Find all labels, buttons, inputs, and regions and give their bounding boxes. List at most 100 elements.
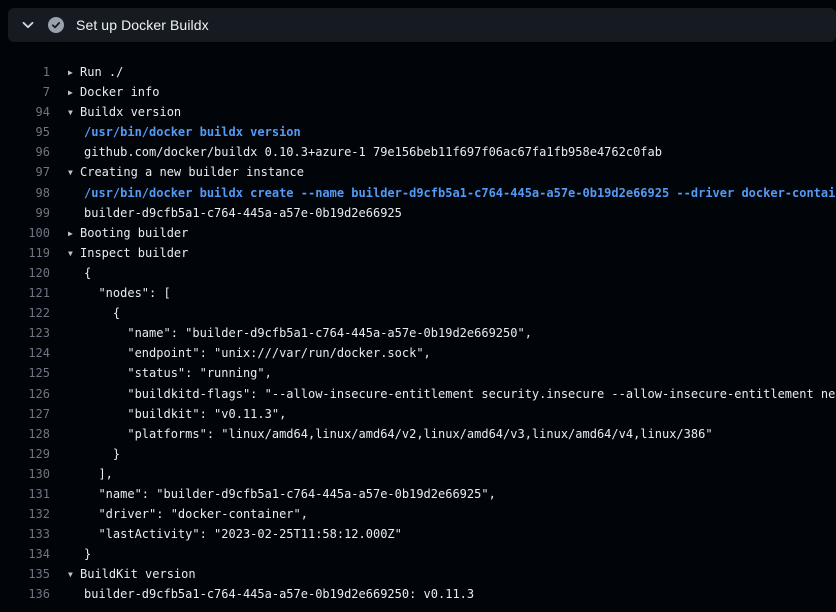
line-number[interactable]: 119 xyxy=(0,243,50,263)
line-content: builder-d9cfb5a1-c764-445a-a57e-0b19d2e6… xyxy=(50,203,402,223)
line-number[interactable]: 1 xyxy=(0,62,50,82)
output-text: "buildkitd-flags": "--allow-insecure-ent… xyxy=(84,387,836,401)
log-line: 121 "nodes": [ xyxy=(0,283,836,303)
line-number[interactable]: 98 xyxy=(0,183,50,203)
group-collapsed-triangle-icon[interactable]: ▶ xyxy=(68,224,80,244)
chevron-down-icon[interactable] xyxy=(20,17,36,33)
line-number[interactable]: 134 xyxy=(0,544,50,564)
line-content: } xyxy=(50,444,120,464)
line-content: ▼Buildx version xyxy=(50,102,181,122)
line-number[interactable]: 99 xyxy=(0,203,50,223)
line-number[interactable]: 126 xyxy=(0,384,50,404)
line-content: "platforms": "linux/amd64,linux/amd64/v2… xyxy=(50,424,713,444)
line-number[interactable]: 120 xyxy=(0,263,50,283)
log-line: 120{ xyxy=(0,263,836,283)
group-expanded-triangle-icon[interactable]: ▼ xyxy=(68,244,80,264)
line-number[interactable]: 124 xyxy=(0,343,50,363)
group-title[interactable]: Creating a new builder instance xyxy=(80,165,304,179)
output-text: "platforms": "linux/amd64,linux/amd64/v2… xyxy=(84,427,713,441)
log-line: 96github.com/docker/buildx 0.10.3+azure-… xyxy=(0,142,836,162)
log-line: 129 } xyxy=(0,444,836,464)
line-content: "buildkitd-flags": "--allow-insecure-ent… xyxy=(50,384,836,404)
group-expanded-triangle-icon[interactable]: ▼ xyxy=(68,163,80,183)
log-line: 123 "name": "builder-d9cfb5a1-c764-445a-… xyxy=(0,323,836,343)
line-content: "lastActivity": "2023-02-25T11:58:12.000… xyxy=(50,524,402,544)
log-line: 126 "buildkitd-flags": "--allow-insecure… xyxy=(0,384,836,404)
line-number[interactable]: 132 xyxy=(0,504,50,524)
line-content: "endpoint": "unix:///var/run/docker.sock… xyxy=(50,343,431,363)
output-text: "endpoint": "unix:///var/run/docker.sock… xyxy=(84,346,431,360)
line-number[interactable]: 94 xyxy=(0,102,50,122)
step-header[interactable]: Set up Docker Buildx xyxy=(8,8,836,42)
line-content: { xyxy=(50,303,120,323)
step-title: Set up Docker Buildx xyxy=(76,17,209,33)
log-line: 122 { xyxy=(0,303,836,323)
line-number[interactable]: 127 xyxy=(0,404,50,424)
line-content: ▶Docker info xyxy=(50,82,159,102)
line-number[interactable]: 100 xyxy=(0,223,50,243)
line-number[interactable]: 122 xyxy=(0,303,50,323)
log-line: 130 ], xyxy=(0,464,836,484)
log-line: 128 "platforms": "linux/amd64,linux/amd6… xyxy=(0,424,836,444)
line-number[interactable]: 123 xyxy=(0,323,50,343)
group-title[interactable]: Docker info xyxy=(80,85,159,99)
group-title[interactable]: Booting builder xyxy=(80,226,188,240)
output-text: "status": "running", xyxy=(84,366,272,380)
log-line: 7▶Docker info xyxy=(0,82,836,102)
line-content: "name": "builder-d9cfb5a1-c764-445a-a57e… xyxy=(50,323,532,343)
log-line: 94▼Buildx version xyxy=(0,102,836,122)
line-number[interactable]: 130 xyxy=(0,464,50,484)
output-text: { xyxy=(84,306,120,320)
log-line: 1▶Run ./ xyxy=(0,62,836,82)
line-content: /usr/bin/docker buildx create --name bui… xyxy=(50,183,836,203)
line-content: github.com/docker/buildx 0.10.3+azure-1 … xyxy=(50,142,662,162)
line-content: ▼Creating a new builder instance xyxy=(50,162,304,182)
line-content: { xyxy=(50,263,91,283)
group-expanded-triangle-icon[interactable]: ▼ xyxy=(68,103,80,123)
line-number[interactable]: 128 xyxy=(0,424,50,444)
line-number[interactable]: 96 xyxy=(0,142,50,162)
log-line: 99builder-d9cfb5a1-c764-445a-a57e-0b19d2… xyxy=(0,203,836,223)
group-title[interactable]: Buildx version xyxy=(80,105,181,119)
output-text: "buildkit": "v0.11.3", xyxy=(84,407,286,421)
log-line: 136 builder-d9cfb5a1-c764-445a-a57e-0b19d… xyxy=(0,584,836,604)
line-number[interactable]: 97 xyxy=(0,162,50,182)
line-number[interactable]: 121 xyxy=(0,283,50,303)
group-expanded-triangle-icon[interactable]: ▼ xyxy=(68,565,80,585)
group-collapsed-triangle-icon[interactable]: ▶ xyxy=(68,83,80,103)
line-number[interactable]: 7 xyxy=(0,82,50,102)
line-number[interactable]: 133 xyxy=(0,524,50,544)
line-number[interactable]: 136 xyxy=(0,584,50,604)
line-content: builder-d9cfb5a1-c764-445a-a57e-0b19d2e6… xyxy=(50,584,474,604)
line-number[interactable]: 129 xyxy=(0,444,50,464)
group-collapsed-triangle-icon[interactable]: ▶ xyxy=(68,63,80,83)
log-line: 124 "endpoint": "unix:///var/run/docker.… xyxy=(0,343,836,363)
log-line: 95/usr/bin/docker buildx version xyxy=(0,122,836,142)
line-content: ], xyxy=(50,464,113,484)
line-number[interactable]: 131 xyxy=(0,484,50,504)
line-content: "driver": "docker-container", xyxy=(50,504,308,524)
log-line: 100▶Booting builder xyxy=(0,223,836,243)
output-text: "nodes": [ xyxy=(84,286,171,300)
log-line: 125 "status": "running", xyxy=(0,363,836,383)
group-title[interactable]: Run ./ xyxy=(80,65,123,79)
line-content: "nodes": [ xyxy=(50,283,171,303)
line-number[interactable]: 95 xyxy=(0,122,50,142)
group-title[interactable]: Inspect builder xyxy=(80,246,188,260)
log-line: 135 ▼BuildKit version xyxy=(0,564,836,584)
group-title[interactable]: BuildKit version xyxy=(80,567,196,581)
line-content: "buildkit": "v0.11.3", xyxy=(50,404,286,424)
line-content: "name": "builder-d9cfb5a1-c764-445a-a57e… xyxy=(50,484,496,504)
output-text: "lastActivity": "2023-02-25T11:58:12.000… xyxy=(84,527,402,541)
line-content: ▶Booting builder xyxy=(50,223,188,243)
line-number[interactable]: 125 xyxy=(0,363,50,383)
output-text: builder-d9cfb5a1-c764-445a-a57e-0b19d2e6… xyxy=(84,587,474,601)
log-line: 97▼Creating a new builder instance xyxy=(0,162,836,182)
line-content: "status": "running", xyxy=(50,363,272,383)
log-line: 133 "lastActivity": "2023-02-25T11:58:12… xyxy=(0,524,836,544)
line-number[interactable]: 135 xyxy=(0,564,50,584)
output-text: } xyxy=(84,547,91,561)
line-content: ▼Inspect builder xyxy=(50,243,188,263)
log-line: 127 "buildkit": "v0.11.3", xyxy=(0,404,836,424)
line-content: ▶Run ./ xyxy=(50,62,123,82)
